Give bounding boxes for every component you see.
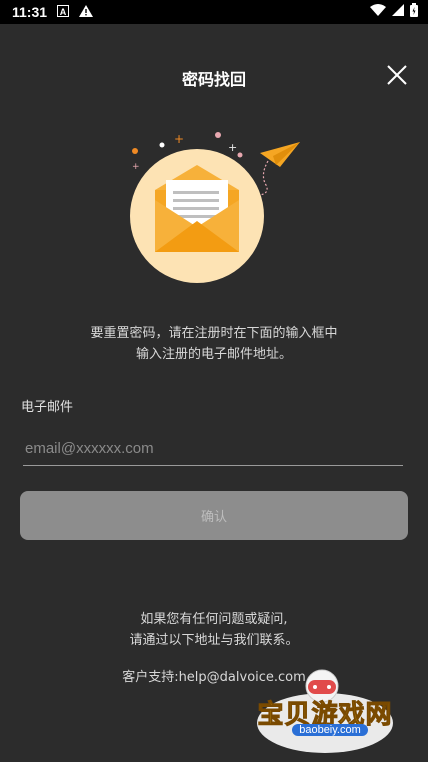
instruction-line-1: 要重置密码，请在注册时在下面的输入框中 (90, 326, 338, 341)
svg-text:+: + (174, 132, 184, 146)
warning-icon (79, 4, 94, 20)
email-input[interactable] (23, 432, 403, 466)
svg-text:A: A (60, 7, 67, 17)
close-button[interactable] (384, 60, 410, 90)
svg-text:+: + (228, 141, 237, 154)
svg-text:+: + (132, 162, 140, 172)
instruction-text: 要重置密码，请在注册时在下面的输入框中 输入注册的电子邮件地址。 (0, 323, 428, 365)
battery-icon (410, 2, 418, 22)
envelope-illustration: + + + (110, 125, 320, 285)
email-label: 电子邮件 (21, 400, 74, 415)
font-icon: A (57, 4, 70, 20)
wifi-icon (370, 3, 386, 21)
watermark-url: baobeiy.com (292, 724, 368, 736)
status-bar: 11:31 A (0, 0, 428, 24)
status-time: 11:31 (12, 4, 48, 20)
page-title: 密码找回 (181, 70, 246, 89)
instruction-line-2: 输入注册的电子邮件地址。 (135, 347, 292, 362)
confirm-button[interactable]: 确认 (20, 491, 408, 540)
close-icon (387, 65, 407, 85)
help-text: 如果您有任何问题或疑问, 请通过以下地址与我们联系。 (0, 609, 428, 651)
help-line-1: 如果您有任何问题或疑问, (140, 612, 288, 627)
signal-icon (392, 3, 404, 21)
help-line-2: 请通过以下地址与我们联系。 (129, 633, 299, 648)
